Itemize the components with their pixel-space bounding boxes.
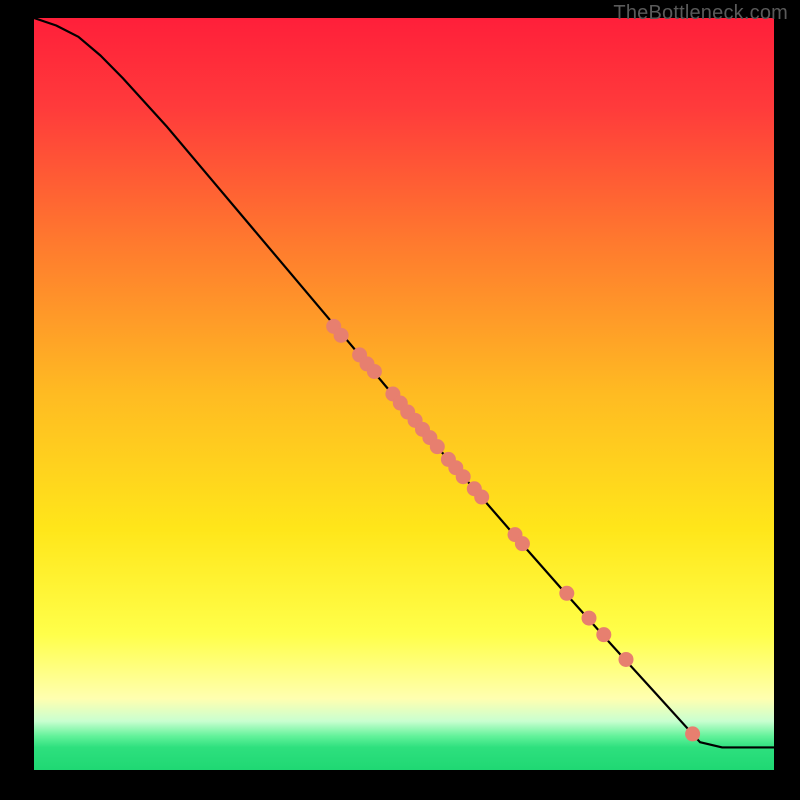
- scatter-point: [619, 652, 634, 667]
- scatter-point: [559, 586, 574, 601]
- scatter-point: [474, 490, 489, 505]
- gradient-background: [34, 18, 774, 770]
- plot-area: [34, 18, 774, 770]
- scatter-point: [456, 469, 471, 484]
- scatter-point: [582, 611, 597, 626]
- scatter-point: [685, 726, 700, 741]
- scatter-point: [596, 627, 611, 642]
- scatter-point: [515, 536, 530, 551]
- scatter-point: [334, 328, 349, 343]
- scatter-point: [430, 439, 445, 454]
- chart-stage: TheBottleneck.com: [0, 0, 800, 800]
- watermark-text: TheBottleneck.com: [613, 2, 788, 25]
- scatter-point: [367, 364, 382, 379]
- plot-svg: [34, 18, 774, 770]
